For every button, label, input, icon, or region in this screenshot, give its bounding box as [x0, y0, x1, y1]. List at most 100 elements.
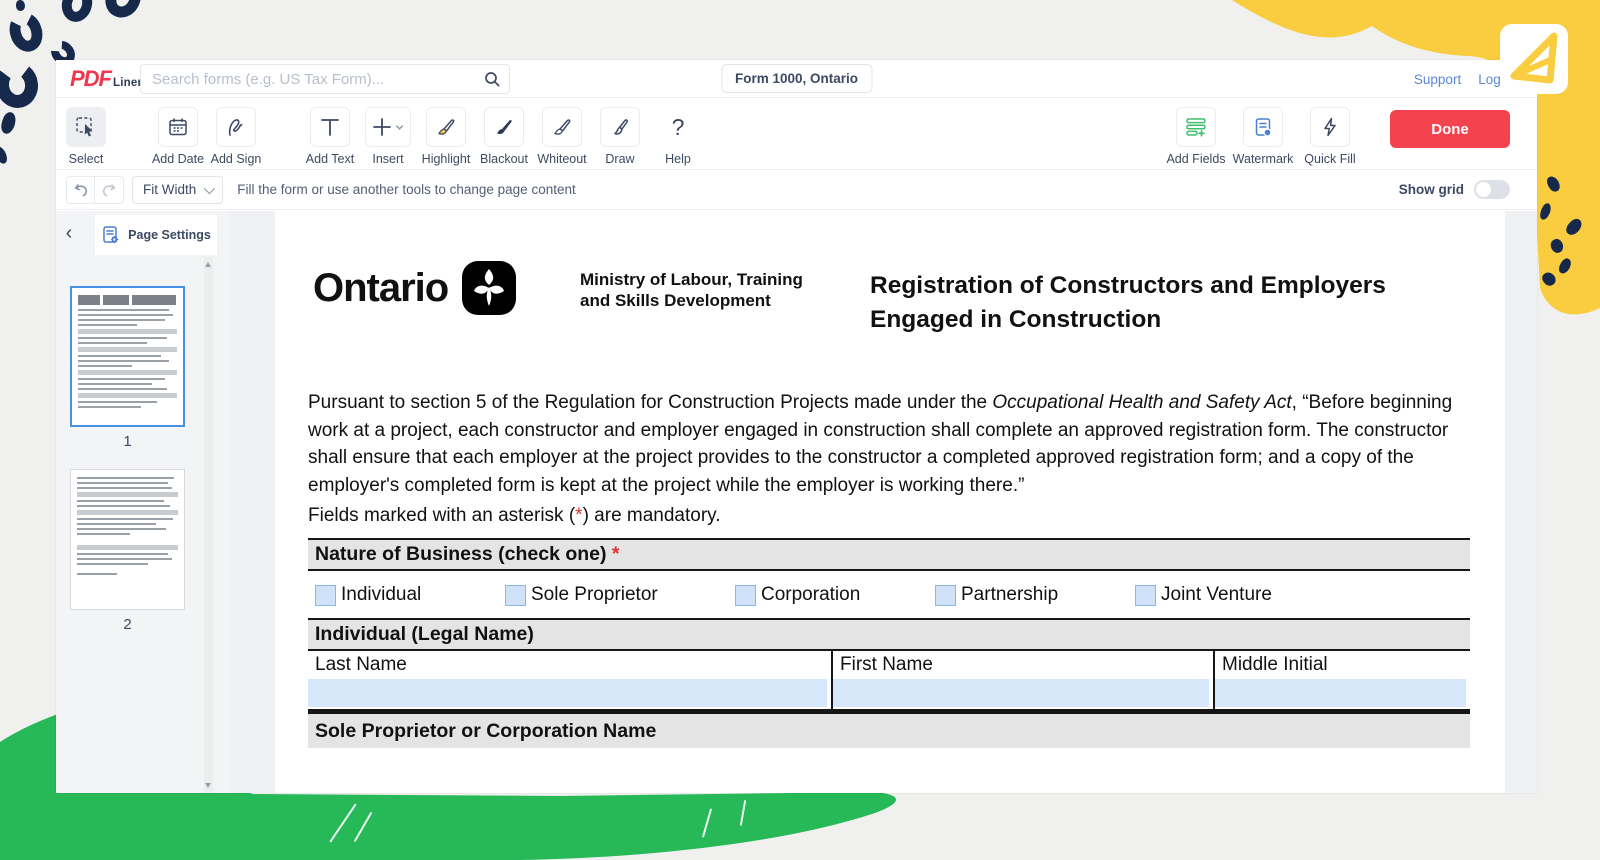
tool-label: Add Sign	[211, 152, 262, 166]
whiteout-button[interactable]: Whiteout	[533, 107, 591, 166]
red-asterisk: *	[612, 543, 620, 566]
navy-paint-speck	[1540, 270, 1558, 288]
middle-initial-field[interactable]	[1215, 679, 1466, 707]
collapse-sidebar-icon[interactable]: ‹	[58, 223, 80, 245]
page-settings-icon	[101, 225, 121, 245]
add-date-button[interactable]: Add Date	[149, 107, 207, 166]
navy-paint-splat	[0, 59, 41, 110]
last-name-field[interactable]	[308, 679, 827, 707]
select-tool-button[interactable]: Select	[57, 107, 115, 166]
main-toolbar: Select Add Date Add Sign	[56, 98, 1537, 170]
blackout-button[interactable]: Blackout	[475, 107, 533, 166]
navy-paint-splat	[99, 0, 148, 24]
tool-label: Blackout	[480, 152, 528, 166]
checkbox[interactable]	[505, 585, 526, 606]
draw-brush-icon	[609, 116, 631, 138]
question-icon: ?	[672, 116, 685, 139]
legal-name-table: Last Name First Name Middle Initial	[308, 651, 1470, 712]
tool-label: Quick Fill	[1304, 152, 1355, 166]
white-scratch	[740, 800, 746, 826]
insert-button[interactable]: Insert	[359, 107, 417, 166]
scroll-up-icon	[205, 262, 211, 267]
checkbox[interactable]	[735, 585, 756, 606]
ontario-logo: Ontario	[313, 261, 516, 315]
navy-paint-splat	[5, 8, 48, 56]
screen: { "app": { "header": { "logo_pdf": "PDF"…	[0, 0, 1600, 860]
tool-label: Whiteout	[537, 152, 586, 166]
page-settings-button[interactable]: Page Settings	[95, 215, 217, 255]
trillium-icon	[462, 261, 516, 315]
undo-button[interactable]	[66, 176, 95, 204]
signature-pen-icon	[225, 116, 247, 138]
checkbox-sole-proprietor[interactable]: Sole Proprietor	[505, 584, 658, 606]
section-individual-legal-name: Individual (Legal Name)	[308, 618, 1470, 651]
white-scratch	[329, 803, 356, 842]
checkbox[interactable]	[1135, 585, 1156, 606]
zoom-level-dropdown[interactable]: Fit Width	[132, 176, 223, 204]
section-nature-of-business: Nature of Business (check one) *	[308, 538, 1470, 571]
lightning-icon	[1319, 116, 1341, 138]
sidebar-scrollbar[interactable]	[204, 257, 213, 793]
blackout-box	[484, 107, 524, 147]
checkbox-individual[interactable]: Individual	[315, 584, 421, 606]
login-link[interactable]: Log in	[1478, 72, 1515, 87]
done-button[interactable]: Done	[1390, 110, 1510, 148]
help-button[interactable]: ? Help	[649, 107, 707, 166]
watermark-button[interactable]: Watermark	[1234, 107, 1292, 166]
pdfliner-app-window: PDF Liner Form 1000, Ontario Support Log…	[56, 60, 1537, 793]
header-links: Support Log in	[1414, 60, 1515, 98]
tool-label: Add Fields	[1166, 152, 1225, 166]
add-sign-button[interactable]: Add Sign	[207, 107, 265, 166]
form-title-badge[interactable]: Form 1000, Ontario	[721, 64, 872, 93]
pdf-page: Ontario	[275, 211, 1505, 793]
undo-icon	[73, 182, 89, 198]
tool-label: Insert	[372, 152, 403, 166]
page-number-label: 1	[70, 433, 185, 450]
quick-fill-box	[1310, 107, 1350, 147]
whiteout-box	[542, 107, 582, 147]
navy-paint-splat	[58, 0, 96, 25]
page-thumbnail-1[interactable]	[70, 286, 185, 427]
support-link[interactable]: Support	[1414, 72, 1461, 87]
checkbox-joint-venture[interactable]: Joint Venture	[1135, 584, 1272, 606]
checkbox-corporation[interactable]: Corporation	[735, 584, 860, 606]
search-icon[interactable]	[484, 71, 500, 87]
pdfliner-logo[interactable]: PDF Liner	[70, 66, 142, 92]
page-number-label: 2	[70, 616, 185, 633]
page-thumbnail-2[interactable]	[70, 469, 185, 610]
app-header: PDF Liner Form 1000, Ontario Support Log…	[56, 60, 1537, 98]
first-name-field[interactable]	[833, 679, 1209, 707]
cursor-select-icon	[74, 115, 98, 139]
document-viewport[interactable]: Ontario	[230, 211, 1537, 793]
add-sign-box	[216, 107, 256, 147]
logo-pdf-text: PDF	[70, 66, 111, 92]
plus-icon	[372, 117, 392, 137]
checkbox-partnership[interactable]: Partnership	[935, 584, 1058, 606]
add-text-button[interactable]: Add Text	[301, 107, 359, 166]
highlight-button[interactable]: Highlight	[417, 107, 475, 166]
navy-paint-speck	[1557, 257, 1574, 276]
highlight-box	[426, 107, 466, 147]
redo-button[interactable]	[95, 176, 124, 204]
checkbox[interactable]	[315, 585, 336, 606]
search-input[interactable]	[141, 71, 484, 88]
checkbox[interactable]	[935, 585, 956, 606]
name-input-row	[308, 678, 1470, 709]
tool-label: Add Text	[306, 152, 354, 166]
fields-green-icon	[1184, 115, 1208, 139]
navy-paint-speck	[0, 145, 9, 166]
tool-label: Add Date	[152, 152, 204, 166]
editor-body: ‹ Page Settings	[56, 211, 1537, 793]
draw-button[interactable]: Draw	[591, 107, 649, 166]
quick-fill-button[interactable]: Quick Fill	[1301, 107, 1359, 166]
show-grid-toggle[interactable]	[1474, 180, 1510, 199]
show-grid-label: Show grid	[1399, 182, 1464, 197]
tool-label: Draw	[605, 152, 634, 166]
section-sole-proprietor-name: Sole Proprietor or Corporation Name	[308, 712, 1470, 748]
pages-sidebar: ‹ Page Settings	[56, 211, 230, 793]
add-fields-button[interactable]: Add Fields	[1167, 107, 1225, 166]
ministry-name: Ministry of Labour, Training and Skills …	[580, 269, 803, 312]
text-icon	[318, 115, 342, 139]
tool-label: Watermark	[1233, 152, 1294, 166]
chevron-down-icon	[204, 182, 215, 193]
